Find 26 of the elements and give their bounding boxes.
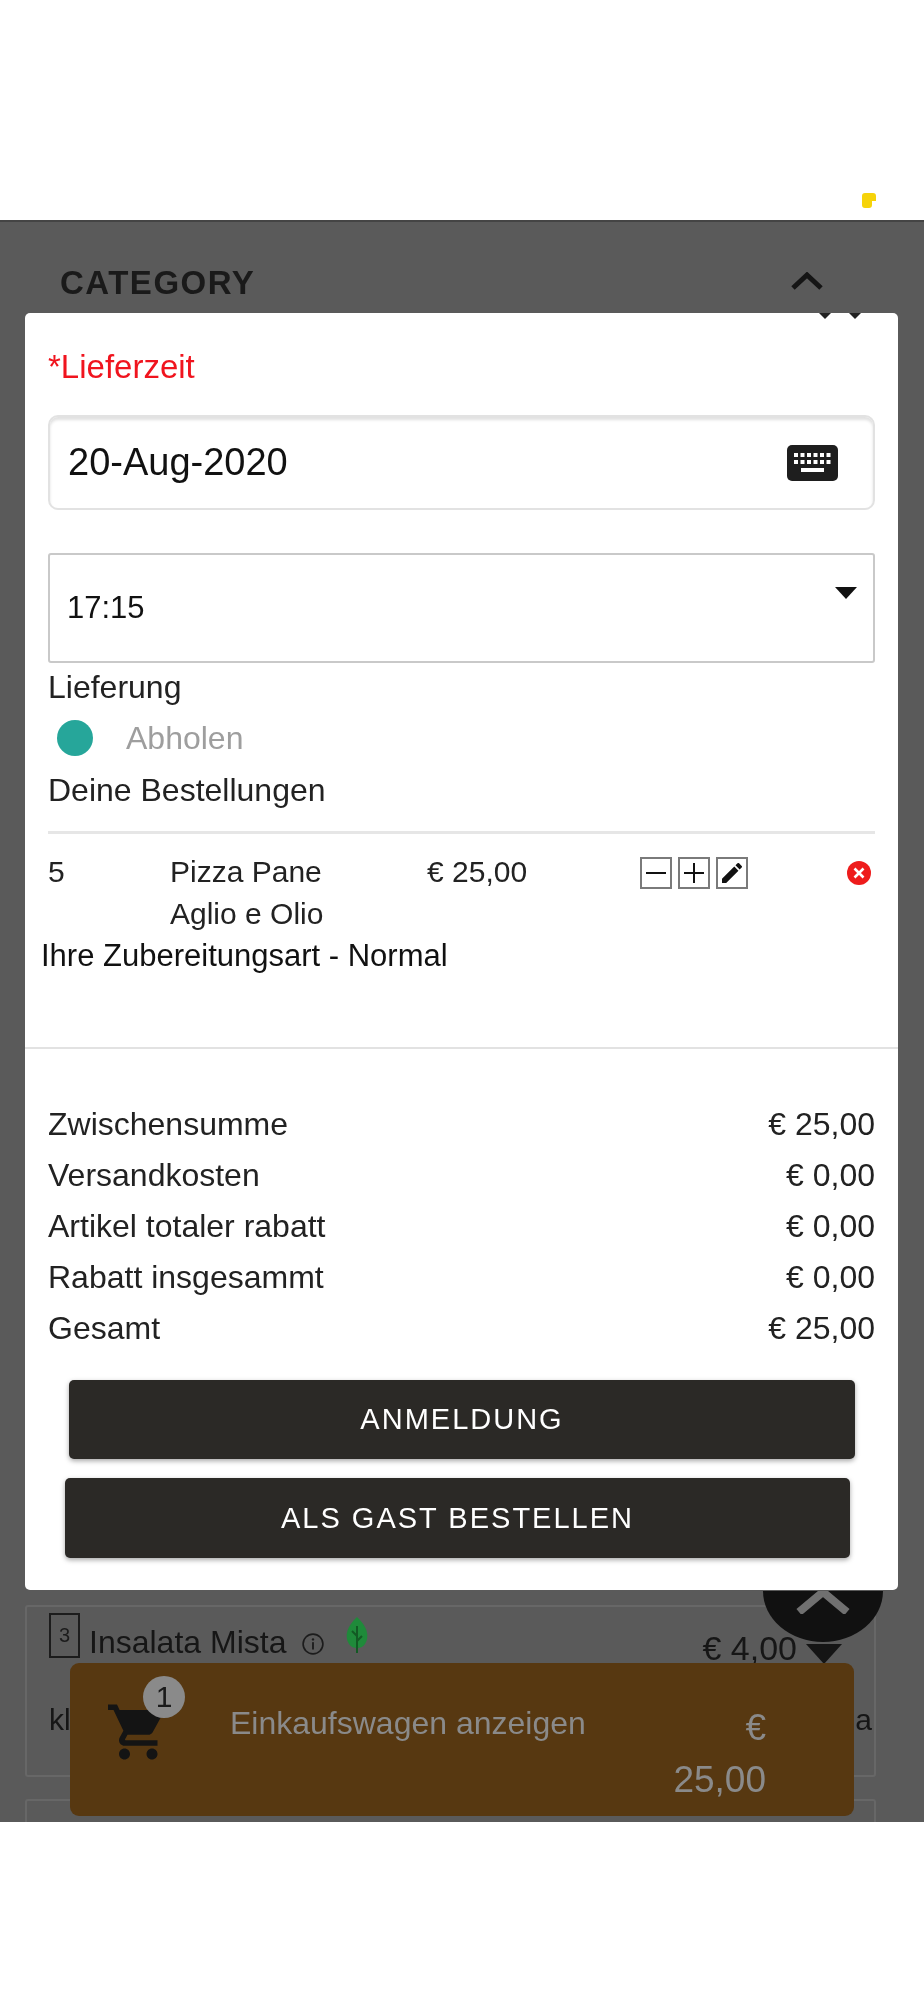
cart-label: Einkaufswagen anzeigen bbox=[230, 1705, 586, 1741]
cart-count-badge: 1 bbox=[143, 1676, 185, 1718]
order-price: € 25,00 bbox=[427, 854, 529, 890]
item-description: kl bbox=[49, 1703, 71, 1737]
category-title: CATEGORY bbox=[60, 264, 256, 302]
total-label: Rabatt insgesammt bbox=[48, 1258, 324, 1297]
orders-heading: Deine Bestellungen bbox=[48, 771, 327, 810]
total-label: Zwischensumme bbox=[48, 1105, 289, 1144]
total-value: € 0,00 bbox=[786, 1156, 875, 1195]
total-label: Gesamt bbox=[48, 1309, 161, 1348]
delivery-time-label: *Lieferzeit bbox=[48, 347, 196, 387]
total-value: € 0,00 bbox=[786, 1258, 875, 1297]
item-number: 3 bbox=[49, 1613, 80, 1658]
total-value: € 0,00 bbox=[786, 1207, 875, 1246]
total-value: € 25,00 bbox=[768, 1105, 875, 1144]
delivery-mode-label: Lieferung bbox=[48, 668, 183, 707]
preparation-note: Ihre Zubereitungsart - Normal bbox=[41, 937, 449, 975]
item-name: Insalata Mista bbox=[89, 1626, 287, 1658]
total-label: Versandkosten bbox=[48, 1156, 260, 1195]
total-value: € 25,00 bbox=[768, 1309, 875, 1348]
total-label: Artikel totaler rabatt bbox=[48, 1207, 326, 1246]
cart-total: € 25,00 bbox=[672, 1706, 766, 1802]
item-price: € 4,00 bbox=[702, 1634, 797, 1662]
order-item-name: Pizza Pane Aglio e Olio bbox=[170, 854, 325, 932]
item-description: a bbox=[855, 1703, 872, 1737]
order-quantity: 5 bbox=[48, 854, 66, 890]
